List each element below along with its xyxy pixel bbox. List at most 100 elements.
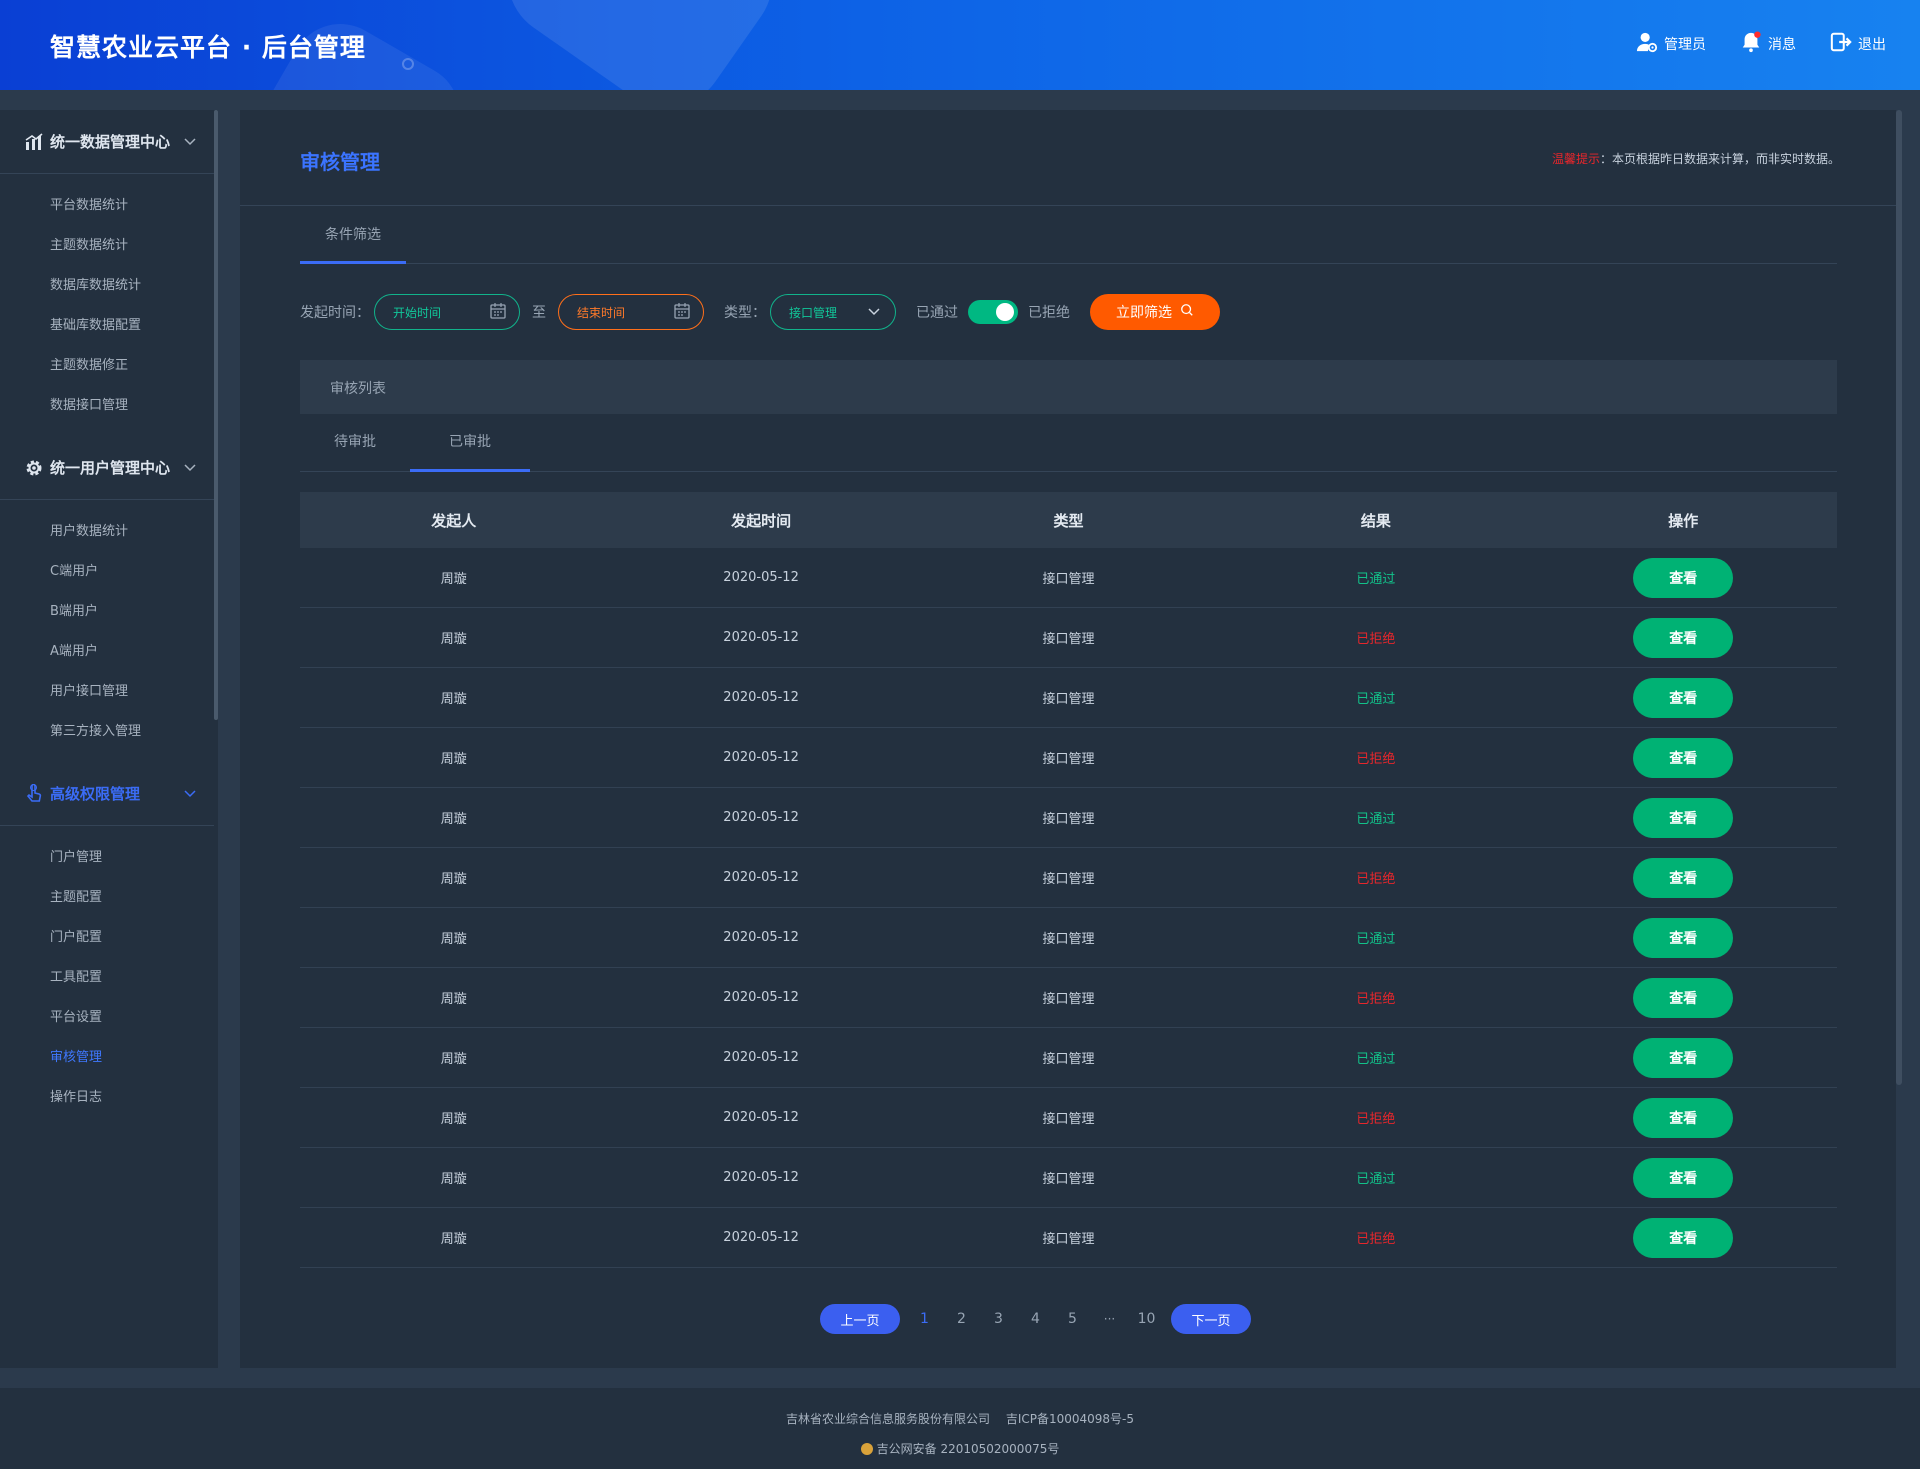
sidebar-item-c-users[interactable]: C端用户 [0,552,218,592]
table-row: 周璇 2020-05-12 接口管理 已通过 查看 [300,668,1837,728]
review-list-title: 审核列表 [330,381,386,397]
view-button[interactable]: 查看 [1633,677,1734,718]
sidebar-item-base-config[interactable]: 基础库数据配置 [0,306,218,346]
page-number[interactable]: 5 [1054,1311,1091,1327]
sidebar-item-database-stats[interactable]: 数据库数据统计 [0,266,218,306]
sidebar-item-logs[interactable]: 操作日志 [0,1078,218,1118]
sidebar-item-topic-fix[interactable]: 主题数据修正 [0,346,218,386]
sidebar-item-data-api[interactable]: 数据接口管理 [0,386,218,426]
type-select[interactable]: 接口管理 [770,294,896,330]
result-cell-text: 已通过 [1356,812,1396,827]
time-cell-text: 2020-05-12 [723,1110,799,1125]
end-date-input[interactable]: 结束时间 [558,294,704,330]
page-number[interactable]: 2 [943,1311,980,1327]
sidebar-group-label: 高级权限管理 [50,785,141,803]
sidebar-group-permissions[interactable]: 高级权限管理 [0,762,214,826]
sidebar-submenu: 平台数据统计 主题数据统计 数据库数据统计 基础库数据配置 主题数据修正 数据接… [0,174,218,436]
column-header: 操作 [1668,511,1699,530]
start-date-input[interactable]: 开始时间 [374,294,520,330]
page-number[interactable]: 1 [906,1311,943,1327]
time-cell: 2020-05-12 [607,848,914,907]
tab-approved[interactable]: 已审批 [410,414,530,472]
pagination: 上一页 1 2 3 4 5 ··· 10 下一页 [820,1304,1251,1334]
view-button[interactable]: 查看 [1633,1217,1734,1258]
admin-label: 管理员 [1664,37,1706,53]
footer-icp[interactable]: 吉ICP备10004098号-5 [1006,1412,1134,1426]
initiator-cell-text: 周璇 [440,1172,467,1187]
messages-button[interactable]: 消息 [1740,31,1796,57]
next-page-button[interactable]: 下一页 [1171,1304,1251,1334]
result-cell: 已通过 [1222,908,1529,967]
view-button[interactable]: 查看 [1633,557,1734,598]
view-button[interactable]: 查看 [1633,1097,1734,1138]
tab-pending[interactable]: 待审批 [300,414,410,472]
view-button[interactable]: 查看 [1633,1037,1734,1078]
initiator-cell: 周璇 [300,1148,607,1207]
apply-filter-button[interactable]: 立即筛选 [1090,294,1220,330]
result-cell-text: 已拒绝 [1356,1232,1396,1247]
view-button[interactable]: 查看 [1633,917,1734,958]
type-cell-text: 接口管理 [1042,1232,1095,1247]
calendar-icon [673,302,691,323]
footer-police[interactable]: 吉公网安备 22010502000075号 [877,1442,1060,1456]
page-number[interactable]: 4 [1017,1311,1054,1327]
sidebar-group-data-center[interactable]: 统一数据管理中心 [0,110,214,174]
result-cell-text: 已拒绝 [1356,872,1396,887]
view-button[interactable]: 查看 [1633,1157,1734,1198]
main-content: 审核管理 温馨提示：本页根据昨日数据来计算，而非实时数据。 条件筛选 发起时间：… [240,110,1902,1368]
time-cell-text: 2020-05-12 [723,990,799,1005]
action-cell: 查看 [1530,668,1837,727]
type-cell-text: 接口管理 [1042,1052,1095,1067]
sidebar-item-tool-config[interactable]: 工具配置 [0,958,218,998]
view-button[interactable]: 查看 [1633,977,1734,1018]
type-cell: 接口管理 [915,668,1222,727]
table-row: 周璇 2020-05-12 接口管理 已通过 查看 [300,908,1837,968]
action-cell: 查看 [1530,1208,1837,1267]
result-cell: 已拒绝 [1222,608,1529,667]
sidebar-item-user-stats[interactable]: 用户数据统计 [0,512,218,552]
page-number[interactable]: 3 [980,1311,1017,1327]
sidebar-scrollbar[interactable] [214,110,218,720]
top-header: 智慧农业云平台 · 后台管理 管理员 消息 退出 [0,0,1920,90]
sidebar-item-a-users[interactable]: A端用户 [0,632,218,672]
sidebar-item-user-api[interactable]: 用户接口管理 [0,672,218,712]
sidebar-item-topic-config[interactable]: 主题配置 [0,878,218,918]
admin-button[interactable]: 管理员 [1636,31,1706,57]
result-cell: 已拒绝 [1222,1088,1529,1147]
time-cell: 2020-05-12 [607,968,914,1027]
rejected-label: 已拒绝 [1028,305,1070,321]
tab-filter-conditions[interactable]: 条件筛选 [300,206,406,264]
result-cell-text: 已拒绝 [1356,752,1396,767]
result-cell-text: 已通过 [1356,572,1396,587]
main-scrollbar[interactable] [1896,110,1902,1085]
view-button[interactable]: 查看 [1633,857,1734,898]
sidebar-item-portal[interactable]: 门户管理 [0,838,218,878]
result-cell: 已拒绝 [1222,728,1529,787]
sidebar-item-third-party[interactable]: 第三方接入管理 [0,712,218,752]
sidebar-item-topic-stats[interactable]: 主题数据统计 [0,226,218,266]
calendar-icon [489,302,507,323]
sidebar-item-review[interactable]: 审核管理 [0,1038,218,1078]
view-button[interactable]: 查看 [1633,617,1734,658]
sidebar-item-portal-config[interactable]: 门户配置 [0,918,218,958]
view-button[interactable]: 查看 [1633,737,1734,778]
time-cell-text: 2020-05-12 [723,810,799,825]
user-settings-icon [1636,31,1658,57]
action-cell: 查看 [1530,1148,1837,1207]
page-number[interactable]: 10 [1128,1311,1165,1327]
action-cell: 查看 [1530,788,1837,847]
sidebar-item-b-users[interactable]: B端用户 [0,592,218,632]
type-cell: 接口管理 [915,968,1222,1027]
action-cell: 查看 [1530,908,1837,967]
result-toggle[interactable] [968,300,1018,324]
chevron-down-icon [865,302,883,323]
prev-page-button[interactable]: 上一页 [820,1304,900,1334]
logout-button[interactable]: 退出 [1830,31,1886,57]
to-label: 至 [532,305,546,321]
view-button[interactable]: 查看 [1633,797,1734,838]
sidebar-item-platform-stats[interactable]: 平台数据统计 [0,186,218,226]
time-cell-text: 2020-05-12 [723,750,799,765]
type-cell: 接口管理 [915,1148,1222,1207]
sidebar-item-platform-settings[interactable]: 平台设置 [0,998,218,1038]
sidebar-group-user-center[interactable]: 统一用户管理中心 [0,436,214,500]
